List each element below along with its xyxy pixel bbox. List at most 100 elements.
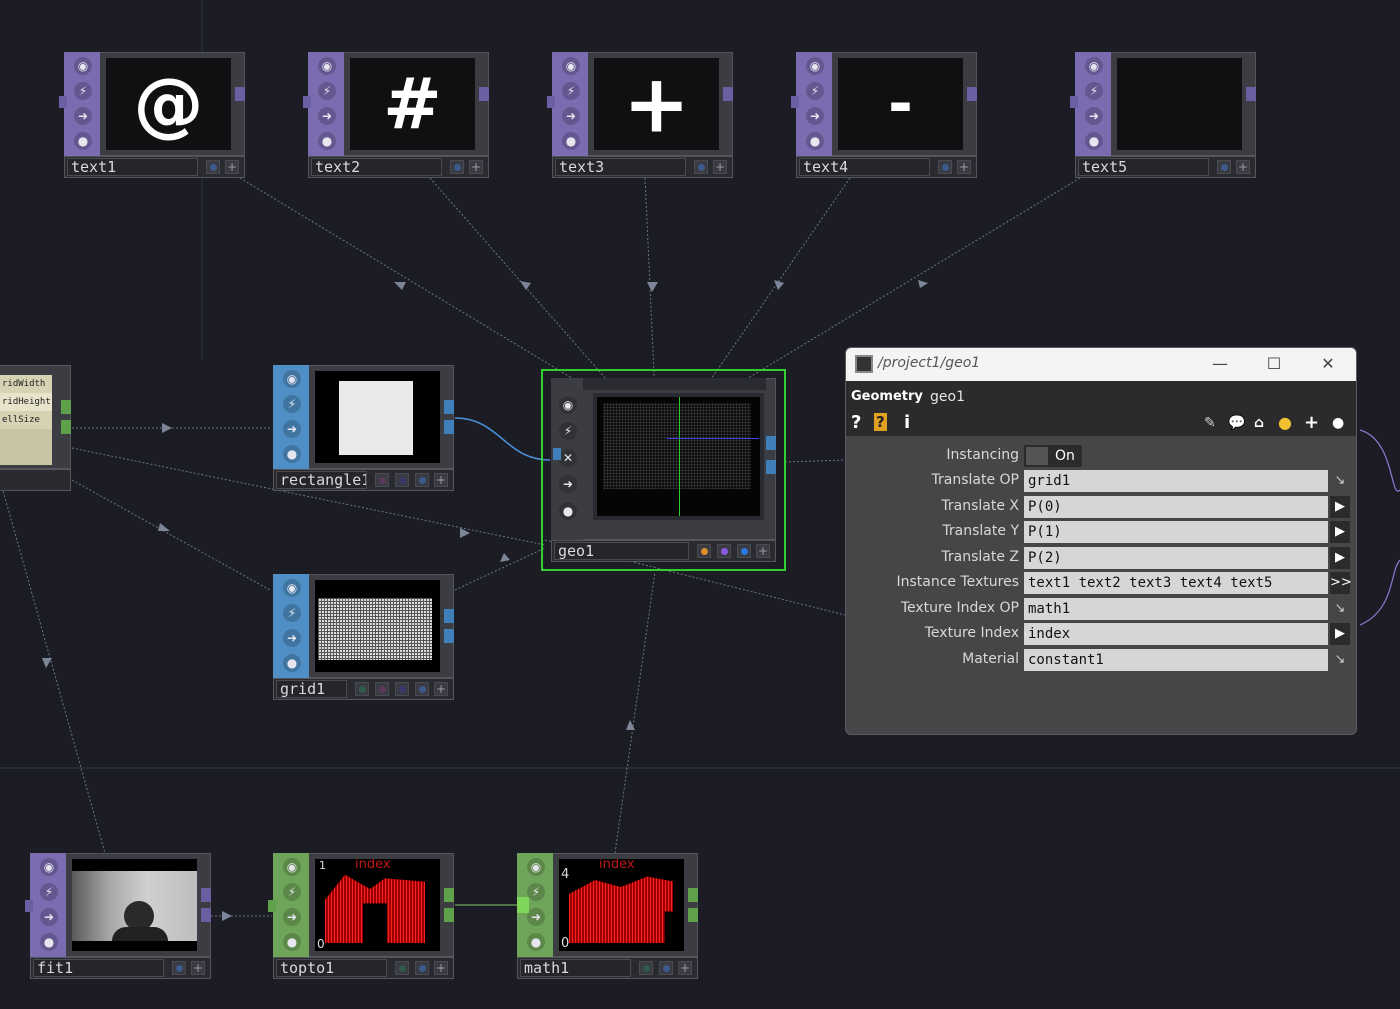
param-field[interactable]: index [1024,623,1328,645]
instancing-toggle[interactable]: On [1024,445,1082,467]
bypass-icon[interactable]: ⚡ [283,604,301,622]
text4-node[interactable]: ◉ ⚡ ➜ ● - text4 + [791,52,977,178]
export-icon[interactable]: ➜ [283,629,301,647]
lock-icon[interactable]: ● [559,502,577,520]
flag-button[interactable] [737,544,751,558]
flag-button[interactable] [375,473,389,487]
node-name[interactable]: fit1 [33,959,164,977]
viewer-icon[interactable]: ◉ [283,858,301,876]
output-connector[interactable] [201,908,211,922]
flag-button[interactable] [415,961,429,975]
flag-button[interactable] [355,682,369,696]
export-icon[interactable]: ➜ [318,107,336,125]
flag-button[interactable] [172,961,186,975]
expand-arrow-icon[interactable]: ▶ [1330,496,1350,518]
text5-node[interactable]: ◉ ⚡ ➜ ● text5 + [1070,52,1256,178]
grid1-node[interactable]: ◉ ⚡ ➜ ● grid1 + [273,574,454,700]
expand-arrow-icon[interactable]: ▶ [1330,623,1350,645]
expand-arrow-icon[interactable]: ▶ [1330,521,1350,543]
dot-icon[interactable]: ● [1332,415,1344,431]
param-instancing[interactable]: Instancing On [846,445,1356,467]
param-texture-index-op[interactable]: Texture Index OP math1 ↘ [846,598,1356,620]
lock-icon[interactable]: ● [562,132,580,150]
add-icon[interactable]: + [469,160,483,174]
edit-icon[interactable]: ✎ [1204,415,1216,431]
grid-partial-node[interactable]: ridWidth ridHeight ellSize [0,365,71,491]
param-field[interactable]: text1 text2 text3 text4 text5 [1024,572,1328,594]
window-titlebar[interactable]: /project1/geo1 — ☐ ✕ [846,348,1356,381]
maximize-icon[interactable]: ☐ [1262,352,1286,376]
text2-node[interactable]: ◉ ⚡ ➜ ● # text2 + [303,52,489,178]
add-icon[interactable]: + [1304,412,1319,433]
export-icon[interactable]: ➜ [559,475,577,493]
add-icon[interactable]: + [434,682,448,696]
flag-button[interactable] [375,682,389,696]
bypass-icon[interactable]: ⚡ [283,395,301,413]
lock-icon[interactable]: ● [283,654,301,672]
text1-node[interactable]: ◉ ⚡ ➜ ● @ text1 + [59,52,245,178]
node-name[interactable]: math1 [520,959,631,977]
viewer-icon[interactable]: ◉ [559,396,577,414]
expand-arrow-icon[interactable]: ▶ [1330,547,1350,569]
add-icon[interactable]: + [434,961,448,975]
bypass-icon[interactable]: ⚡ [527,883,545,901]
input-connector[interactable] [59,96,67,108]
output-connector[interactable] [1246,87,1256,101]
input-connector[interactable] [268,900,276,912]
bypass-icon[interactable]: ⚡ [562,82,580,100]
add-icon[interactable]: + [191,961,205,975]
param-translate-x[interactable]: Translate X P(0) ▶ [846,496,1356,518]
output-connector[interactable] [688,908,698,922]
topto1-node[interactable]: ◉ ⚡ ➜ ● index 1 0 topto1 + [268,853,454,979]
input-connector[interactable] [547,96,555,108]
flag-button[interactable] [717,544,731,558]
op-browse-icon[interactable]: ↘ [1330,470,1350,492]
output-connector[interactable] [235,87,245,101]
flag-button[interactable] [206,160,220,174]
node-name[interactable]: grid1 [276,680,347,698]
lock-icon[interactable]: ● [74,132,92,150]
viewer-icon[interactable]: ◉ [318,57,336,75]
output-connector[interactable] [444,888,454,902]
op-browse-icon[interactable]: ↘ [1330,649,1350,671]
export-icon[interactable]: ➜ [40,908,58,926]
viewer-icon[interactable]: ◉ [806,57,824,75]
param-field[interactable]: P(2) [1024,547,1328,569]
viewer-icon[interactable]: ◉ [283,370,301,388]
export-icon[interactable]: ➜ [283,908,301,926]
flag-button[interactable] [395,961,409,975]
add-icon[interactable]: + [678,961,692,975]
flag-button[interactable] [694,160,708,174]
node-name[interactable]: geo1 [554,542,689,560]
param-translate-op[interactable]: Translate OP grid1 ↘ [846,470,1356,492]
flag-button[interactable] [415,682,429,696]
lock-icon[interactable]: ● [1085,132,1103,150]
lock-icon[interactable]: ● [40,933,58,951]
bypass-icon[interactable]: ⚡ [40,883,58,901]
parameter-window[interactable]: /project1/geo1 — ☐ ✕ Geometry geo1 ? ? i… [845,347,1357,735]
bypass-icon[interactable]: ⚡ [806,82,824,100]
param-texture-index[interactable]: Texture Index index ▶ [846,623,1356,645]
param-material[interactable]: Material constant1 ↘ [846,649,1356,671]
param-field[interactable]: grid1 [1024,470,1328,492]
output-connector[interactable] [723,87,733,101]
param-field[interactable]: constant1 [1024,649,1328,671]
param-translate-y[interactable]: Translate Y P(1) ▶ [846,521,1356,543]
param-instance-textures[interactable]: Instance Textures text1 text2 text3 text… [846,572,1356,594]
output-connector[interactable] [444,420,454,434]
lock-icon[interactable]: ● [283,445,301,463]
lock-icon[interactable]: ● [806,132,824,150]
lock-icon[interactable]: ● [318,132,336,150]
flag-button[interactable] [1217,160,1231,174]
export-icon[interactable]: ➜ [74,107,92,125]
export-icon[interactable]: ➜ [1085,107,1103,125]
python-help-icon[interactable]: ? [874,413,887,431]
node-name[interactable]: text5 [1078,158,1209,176]
lock-icon[interactable]: ● [283,933,301,951]
param-field[interactable]: P(1) [1024,521,1328,543]
add-icon[interactable]: + [756,544,770,558]
output-connector[interactable] [444,629,454,643]
add-icon[interactable]: + [1236,160,1250,174]
param-translate-z[interactable]: Translate Z P(2) ▶ [846,547,1356,569]
output-connector[interactable] [967,87,977,101]
